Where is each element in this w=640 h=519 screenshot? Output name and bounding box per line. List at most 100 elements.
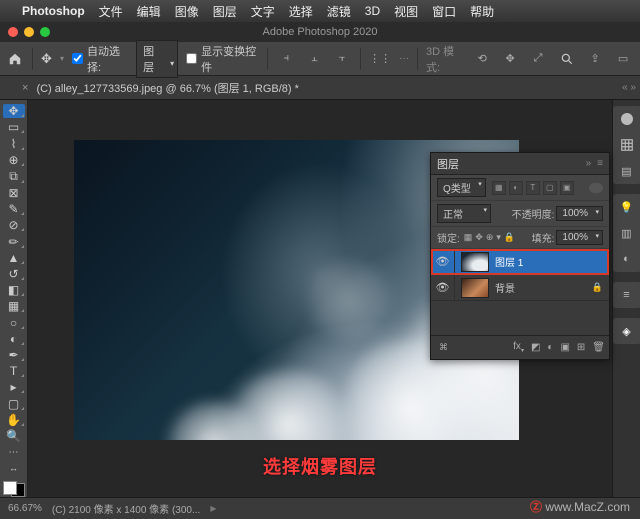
lock-position-icon[interactable]: ✥ [475, 232, 483, 243]
swatches-panel-icon[interactable] [618, 136, 636, 154]
doc-info[interactable]: (C) 2100 像素 x 1400 像素 (300... [52, 501, 200, 516]
lasso-tool[interactable]: ⌇ [3, 136, 25, 150]
adjustments-panel-icon[interactable]: ◐ [618, 250, 636, 268]
layer-thumbnail[interactable] [461, 252, 489, 272]
menu-type[interactable]: 文字 [251, 3, 275, 20]
menu-image[interactable]: 图像 [175, 3, 199, 20]
menu-window[interactable]: 窗口 [432, 3, 456, 20]
lock-nest-icon[interactable]: ▾ [496, 232, 501, 243]
tab-overflow-arrows[interactable]: « » [622, 82, 636, 93]
filter-type-icon[interactable]: T [526, 181, 540, 195]
zoom-level[interactable]: 66.67% [8, 503, 42, 514]
new-layer-icon[interactable]: ⊞ [577, 342, 585, 353]
eraser-tool[interactable]: ◧ [3, 283, 25, 297]
show-transform-checkbox[interactable]: 显示变换控件 [186, 43, 259, 75]
learn-panel-icon[interactable]: 💡 [618, 198, 636, 216]
lock-artboard-icon[interactable]: ⊕ [486, 232, 494, 243]
lock-all-icon[interactable]: 🔒 [504, 232, 515, 243]
hand-tool[interactable]: ✋ [3, 413, 25, 427]
filter-adjust-icon[interactable]: ◐ [509, 181, 523, 195]
edit-toolbar[interactable]: ↔ [3, 461, 25, 475]
workspace-icon[interactable]: ▭ [612, 48, 634, 70]
panel-menu-icon[interactable]: ≡ [597, 158, 603, 169]
quick-select-tool[interactable]: ⊕ [3, 153, 25, 167]
menu-filter[interactable]: 滤镜 [327, 3, 351, 20]
document-tab[interactable]: × (C) alley_127733569.jpeg @ 66.7% (图层 1… [22, 80, 299, 96]
brush-tool[interactable]: ✏ [3, 234, 25, 248]
toolbox-more[interactable]: ⋯ [3, 445, 25, 459]
layer-thumbnail[interactable] [461, 278, 489, 298]
pen-tool[interactable]: ✒ [3, 348, 25, 362]
auto-select-target-dropdown[interactable]: 图层 [136, 40, 178, 78]
align-left-icon[interactable]: ⫞ [276, 48, 296, 70]
foreground-color[interactable] [3, 481, 17, 495]
align-right-icon[interactable]: ⫟ [332, 48, 352, 70]
zoom-tool[interactable]: 🔍 [3, 429, 25, 443]
blur-tool[interactable]: ○ [3, 315, 25, 329]
blend-mode-dropdown[interactable]: 正常 [437, 204, 491, 223]
opacity-value[interactable]: 100% [556, 206, 603, 221]
layers-panel-icon[interactable]: ◈ [618, 322, 636, 340]
close-button[interactable] [8, 27, 18, 37]
menu-layer[interactable]: 图层 [213, 3, 237, 20]
minimize-button[interactable] [24, 27, 34, 37]
filter-toggle[interactable] [589, 183, 603, 193]
layer-name[interactable]: 背景 [495, 280, 515, 295]
dodge-tool[interactable]: ◐ [3, 332, 25, 346]
auto-select-checkbox[interactable]: 自动选择: [72, 43, 128, 75]
share-icon[interactable]: ⇪ [584, 48, 606, 70]
move-tool[interactable]: ✥ [3, 104, 25, 118]
gradients-panel-icon[interactable]: ▤ [618, 162, 636, 180]
visibility-toggle-icon[interactable]: 👁 [431, 249, 455, 274]
adjustment-layer-icon[interactable]: ◐ [547, 342, 553, 353]
properties-panel-icon[interactable]: ≡ [618, 286, 636, 304]
align-center-h-icon[interactable]: ⫠ [304, 48, 324, 70]
menu-3d[interactable]: 3D [365, 4, 380, 18]
menu-edit[interactable]: 编辑 [137, 3, 161, 20]
orbit-3d-icon[interactable]: ⟲ [472, 48, 492, 70]
menu-file[interactable]: 文件 [99, 3, 123, 20]
layer-name[interactable]: 图层 1 [495, 254, 523, 269]
window-controls [8, 27, 50, 37]
libraries-panel-icon[interactable]: ▥ [618, 224, 636, 242]
menu-app[interactable]: Photoshop [22, 4, 85, 18]
distribute-icon[interactable]: ⋮⋮ [369, 48, 391, 70]
shape-tool[interactable]: ▢ [3, 396, 25, 410]
path-select-tool[interactable]: ▸ [3, 380, 25, 394]
menu-view[interactable]: 视图 [394, 3, 418, 20]
eyedropper-tool[interactable]: ✎ [3, 202, 25, 216]
maximize-button[interactable] [40, 27, 50, 37]
pan-3d-icon[interactable]: ✥ [500, 48, 520, 70]
close-tab-icon[interactable]: × [22, 82, 28, 94]
filter-smart-icon[interactable]: ▣ [560, 181, 574, 195]
menu-help[interactable]: 帮助 [470, 3, 494, 20]
panel-collapse-icon[interactable]: » [586, 158, 592, 169]
layer-fx-icon[interactable]: fx▾ [513, 341, 524, 354]
crop-tool[interactable]: ⧉ [3, 169, 25, 184]
layer-row[interactable]: 👁 图层 1 [431, 249, 609, 275]
layer-row[interactable]: 👁 背景 🔒 [431, 275, 609, 301]
visibility-toggle-icon[interactable]: 👁 [431, 275, 455, 300]
menu-select[interactable]: 选择 [289, 3, 313, 20]
fill-value[interactable]: 100% [556, 230, 603, 245]
marquee-tool[interactable]: ▭ [3, 120, 25, 134]
frame-tool[interactable]: ⊠ [3, 186, 25, 200]
delete-layer-icon[interactable]: 🗑 [592, 342, 605, 353]
layer-filter-kind-dropdown[interactable]: Q类型 [437, 178, 486, 197]
healing-brush-tool[interactable]: ⊘ [3, 218, 25, 232]
gradient-tool[interactable]: ▦ [3, 299, 25, 313]
lock-pixels-icon[interactable]: ▦ [464, 232, 473, 243]
clone-stamp-tool[interactable]: ▲ [3, 251, 25, 265]
color-swatches[interactable] [3, 481, 25, 497]
home-button[interactable] [6, 49, 24, 69]
dolly-3d-icon[interactable]: ⤢ [528, 48, 548, 70]
group-layers-icon[interactable]: ▣ [560, 342, 569, 353]
filter-shape-icon[interactable]: ▢ [543, 181, 557, 195]
link-layers-icon[interactable]: ⌘ [439, 342, 448, 353]
layer-mask-icon[interactable]: ◩ [531, 342, 540, 353]
color-panel-icon[interactable] [618, 110, 636, 128]
history-brush-tool[interactable]: ↺ [3, 267, 25, 281]
filter-pixel-icon[interactable]: ▦ [492, 181, 506, 195]
search-icon[interactable] [556, 48, 578, 70]
type-tool[interactable]: T [3, 364, 25, 378]
